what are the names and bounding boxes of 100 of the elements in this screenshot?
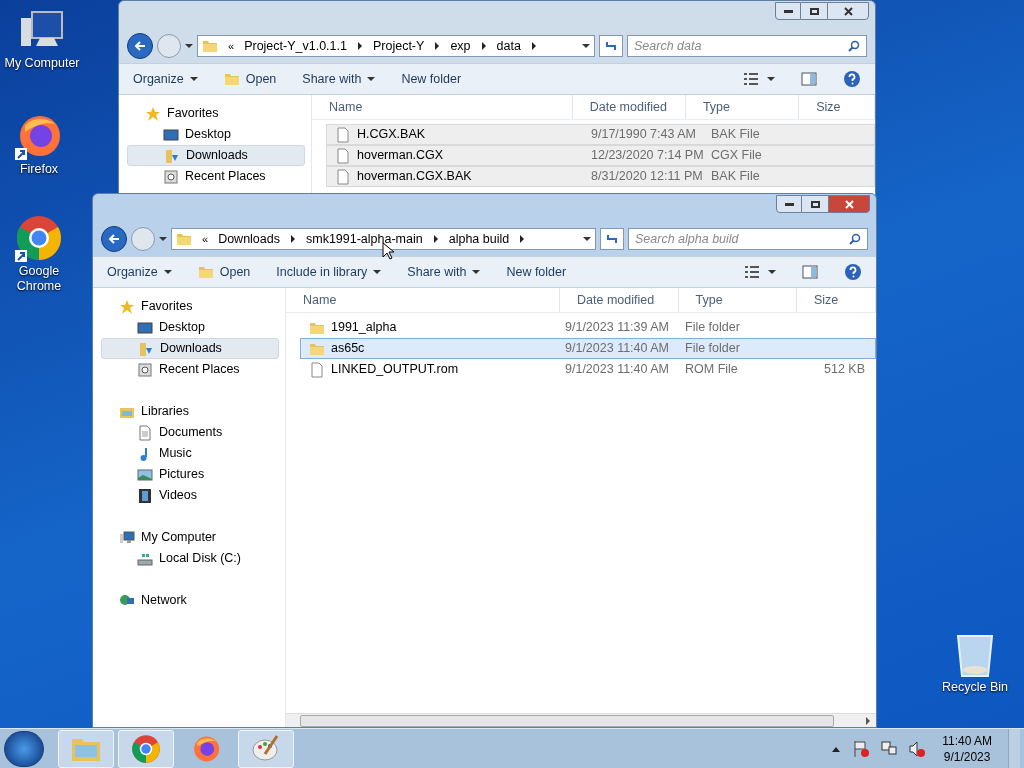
- column-header[interactable]: Size: [796, 288, 876, 312]
- desktop-icon-label[interactable]: Recycle Bin: [942, 680, 1008, 695]
- refresh-button[interactable]: [600, 228, 624, 250]
- flag-icon[interactable]: [852, 739, 871, 758]
- column-header[interactable]: Size: [799, 95, 875, 119]
- breadcrumb[interactable]: Downloads: [218, 229, 280, 249]
- nav-item[interactable]: Videos: [101, 485, 279, 506]
- network-icon[interactable]: [880, 739, 899, 758]
- close-button[interactable]: [828, 195, 870, 213]
- column-header[interactable]: Name: [286, 288, 561, 312]
- desktop-icon-label[interactable]: My Computer: [4, 56, 80, 71]
- scroll-right-icon[interactable]: [864, 716, 872, 725]
- toolbar-button[interactable]: Open: [197, 262, 251, 282]
- search-icon: [849, 233, 861, 245]
- chrome-icon[interactable]: [15, 214, 63, 262]
- back-button[interactable]: [127, 33, 153, 59]
- nav-item[interactable]: Downloads: [101, 338, 279, 359]
- file-name: 1991_alpha: [331, 319, 397, 337]
- start-button[interactable]: [4, 730, 44, 767]
- recent-places-icon: [163, 168, 179, 185]
- clock[interactable]: 11:40 AM 9/1/2023: [942, 732, 992, 765]
- file-row[interactable]: hoverman.CGX.BAK 8/31/2020 12:11 PM BAK File: [326, 166, 875, 187]
- nav-item[interactable]: Desktop: [101, 317, 279, 338]
- toolbar-button[interactable]: Share with: [302, 69, 376, 89]
- nav-item[interactable]: Pictures: [101, 464, 279, 485]
- date-modified: 12/23/2020 7:14 PM: [591, 147, 705, 165]
- file-row[interactable]: H.CGX.BAK 9/17/1990 7:43 AM BAK File: [326, 124, 875, 145]
- nav-item[interactable]: Favorites: [119, 103, 305, 124]
- minimize-button[interactable]: [775, 2, 801, 20]
- volume-muted-icon[interactable]: [908, 739, 927, 758]
- maximize-button[interactable]: [801, 2, 827, 20]
- caret-icon: [768, 268, 776, 276]
- nav-item[interactable]: Documents: [101, 422, 279, 443]
- nav-item[interactable]: Downloads: [127, 145, 305, 166]
- file-row[interactable]: LINKED_OUTPUT.rom 9/1/2023 11:40 AM ROM File 512 KB: [300, 359, 876, 380]
- column-header[interactable]: Type: [685, 95, 800, 119]
- palette-icon: [251, 733, 281, 764]
- maximize-button[interactable]: [802, 195, 828, 213]
- desktop-icon-label[interactable]: Google Chrome: [0, 264, 81, 294]
- toolbar-button[interactable]: Organize: [133, 69, 198, 89]
- preview-pane-icon[interactable]: [802, 264, 818, 280]
- close-button[interactable]: [827, 2, 869, 20]
- toolbar-button[interactable]: Open: [223, 69, 277, 89]
- folder-icon: [176, 231, 192, 247]
- toolbar-button[interactable]: Organize: [107, 262, 172, 282]
- nav-item[interactable]: Libraries: [93, 401, 279, 422]
- nav-item[interactable]: Favorites: [93, 296, 279, 317]
- column-header[interactable]: Date modified: [560, 288, 679, 312]
- file-row[interactable]: 1991_alpha 9/1/2023 11:39 AM File folder: [300, 317, 876, 338]
- desktop-icon-label[interactable]: Firefox: [19, 162, 59, 177]
- date-modified: 9/17/1990 7:43 AM: [591, 126, 697, 144]
- nav-item[interactable]: Desktop: [127, 124, 305, 145]
- help-icon[interactable]: [843, 70, 861, 88]
- overflow-chevrons[interactable]: «: [202, 230, 209, 248]
- address-bar[interactable]: « Downloads smk1991-alpha-main alpha build: [171, 228, 596, 250]
- breadcrumb[interactable]: data: [496, 36, 521, 56]
- minimize-button[interactable]: [776, 195, 802, 213]
- toolbar-button[interactable]: Share with: [407, 262, 481, 282]
- file-row[interactable]: as65c 9/1/2023 11:40 AM File folder: [300, 338, 876, 359]
- file-name: hoverman.CGX.BAK: [357, 168, 472, 186]
- address-bar[interactable]: « Project-Y_v1.0.1.1 Project-Y exp data: [197, 35, 595, 57]
- refresh-button[interactable]: [599, 35, 623, 57]
- nav-item[interactable]: Recent Places: [101, 359, 279, 380]
- caret-icon: [373, 268, 382, 276]
- nav-item[interactable]: My Computer: [93, 527, 279, 548]
- toolbar-button[interactable]: New folder: [506, 262, 567, 282]
- caret-icon: [185, 42, 193, 50]
- open-folder-icon: [197, 264, 214, 280]
- horizontal-scrollbar[interactable]: [286, 713, 876, 727]
- preview-pane-icon[interactable]: [801, 71, 817, 87]
- view-options-button[interactable]: [744, 266, 776, 278]
- file-row[interactable]: hoverman.CGX 12/23/2020 7:14 PM CGX File: [326, 145, 875, 166]
- nav-item[interactable]: Recent Places: [127, 166, 305, 187]
- column-header[interactable]: Name: [312, 95, 573, 119]
- taskbar-button[interactable]: [238, 729, 294, 768]
- breadcrumb[interactable]: smk1991-alpha-main: [305, 229, 423, 249]
- caret-icon: [582, 42, 590, 50]
- toolbar-button[interactable]: New folder: [401, 69, 462, 89]
- breadcrumb[interactable]: alpha build: [448, 229, 510, 249]
- column-header[interactable]: Date modified: [572, 95, 686, 119]
- nav-item[interactable]: Local Disk (C:): [101, 548, 279, 569]
- open-folder-icon: [223, 71, 240, 87]
- breadcrumb[interactable]: Project-Y_v1.0.1.1: [244, 36, 347, 56]
- back-button[interactable]: [101, 226, 127, 252]
- search-field[interactable]: Search alpha build: [628, 228, 868, 250]
- toolbar-button[interactable]: Include in library: [276, 262, 382, 282]
- column-header[interactable]: Type: [678, 288, 797, 312]
- breadcrumb[interactable]: Project-Y: [372, 36, 425, 56]
- help-icon[interactable]: [844, 263, 862, 281]
- pictures-icon: [137, 466, 153, 483]
- view-options-button[interactable]: [743, 73, 775, 85]
- file-size: 512 KB: [823, 361, 865, 379]
- show-hidden-icons-icon[interactable]: [832, 745, 841, 752]
- nav-item[interactable]: Music: [101, 443, 279, 464]
- taskbar-button[interactable]: [118, 729, 174, 768]
- search-field[interactable]: Search data: [627, 35, 867, 57]
- overflow-chevrons[interactable]: «: [228, 37, 235, 55]
- star-icon: [145, 105, 161, 122]
- breadcrumb[interactable]: exp: [450, 36, 471, 56]
- nav-item[interactable]: Network: [93, 590, 279, 611]
